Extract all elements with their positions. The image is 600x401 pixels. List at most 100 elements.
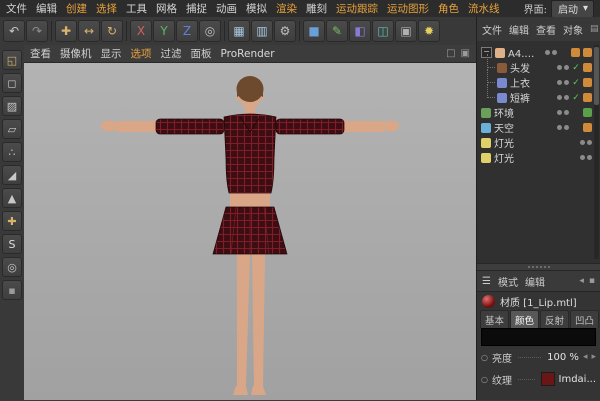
stepper-right-icon[interactable]: ▸ xyxy=(591,352,596,362)
polygons-mode-icon[interactable]: ▲ xyxy=(2,188,22,208)
object-row-environment[interactable]: 环境 xyxy=(477,105,600,120)
visibility-dots[interactable] xyxy=(580,140,592,145)
coordinate-system-icon[interactable]: ◎ xyxy=(199,20,221,42)
object-label[interactable]: 环境 xyxy=(494,105,514,120)
menu-sculpt[interactable]: 雕刻 xyxy=(306,1,327,16)
object-row-character[interactable]: − A4.人物 xyxy=(477,45,600,60)
menu-simulate[interactable]: 模拟 xyxy=(246,1,267,16)
texture-mode-icon[interactable]: ▨ xyxy=(2,96,22,116)
axis-mode-icon[interactable]: ✚ xyxy=(2,211,22,231)
add-array-icon[interactable]: ◫ xyxy=(372,20,394,42)
snap-enable-icon[interactable]: S xyxy=(2,234,22,254)
menu-render[interactable]: 渲染 xyxy=(276,1,297,16)
panel-splitter[interactable] xyxy=(477,263,600,271)
object-row-shirt[interactable]: 上衣 ✓ xyxy=(477,75,600,90)
make-editable-icon[interactable]: ◱ xyxy=(2,50,22,70)
brightness-value[interactable]: 100 % xyxy=(547,352,579,363)
keyframe-dot-icon[interactable]: ○ xyxy=(481,375,488,384)
menu-mograph[interactable]: 运动图形 xyxy=(387,1,429,16)
object-label[interactable]: A4.人物 xyxy=(508,45,542,60)
object-row-light[interactable]: 灯光 xyxy=(477,135,600,150)
tab-bump[interactable]: 凹凸 xyxy=(570,310,599,328)
enabled-check[interactable]: ✓ xyxy=(572,93,580,103)
viewport-layout-icon[interactable]: □ xyxy=(446,48,455,59)
add-subdivision-icon[interactable]: ◧ xyxy=(349,20,371,42)
visibility-dots[interactable] xyxy=(557,65,569,70)
rotate-tool-icon[interactable]: ↻ xyxy=(101,20,123,42)
scale-tool-icon[interactable]: ↔ xyxy=(78,20,100,42)
tab-basic[interactable]: 基本 xyxy=(480,310,509,328)
visibility-dots[interactable] xyxy=(580,155,592,160)
texture-value[interactable]: Imdai... xyxy=(559,374,596,385)
object-tag[interactable] xyxy=(583,108,592,117)
vp-menu-display[interactable]: 显示 xyxy=(101,46,122,61)
points-mode-icon[interactable]: ∴ xyxy=(2,142,22,162)
viewport-maximize-icon[interactable]: ▣ xyxy=(461,48,470,59)
object-label[interactable]: 头发 xyxy=(510,60,530,75)
vp-menu-filter[interactable]: 过滤 xyxy=(161,46,182,61)
x-axis-lock-icon[interactable]: X xyxy=(130,20,152,42)
vp-menu-view[interactable]: 查看 xyxy=(30,46,51,61)
history-back-icon[interactable]: ◂ xyxy=(579,276,584,286)
redo-icon[interactable]: ↷ xyxy=(26,20,48,42)
vp-menu-prorender[interactable]: ProRender xyxy=(221,48,275,60)
tab-reflectance[interactable]: 反射 xyxy=(540,310,569,328)
move-tool-icon[interactable]: ✚ xyxy=(55,20,77,42)
texture-tag[interactable] xyxy=(571,48,580,57)
enabled-check[interactable]: ✓ xyxy=(572,63,580,73)
texture-tag[interactable] xyxy=(583,63,592,72)
menu-mesh[interactable]: 网格 xyxy=(156,1,177,16)
texture-tag[interactable] xyxy=(583,123,592,132)
interface-dropdown[interactable]: 启动 ▾ xyxy=(551,0,594,18)
menu-animate[interactable]: 动画 xyxy=(216,1,237,16)
menu-tools[interactable]: 工具 xyxy=(126,1,147,16)
undo-icon[interactable]: ↶ xyxy=(3,20,25,42)
om-menu-view[interactable]: 查看 xyxy=(536,22,556,37)
tree-scrollbar[interactable] xyxy=(594,45,599,259)
hamburger-icon[interactable]: ☰ xyxy=(482,276,491,287)
mode-menu[interactable]: 模式 xyxy=(498,274,518,289)
menu-snap[interactable]: 捕捉 xyxy=(186,1,207,16)
lock-workplane-icon[interactable]: ▪ xyxy=(2,280,22,300)
texture-tag[interactable] xyxy=(583,48,592,57)
object-row-sky[interactable]: 天空 xyxy=(477,120,600,135)
menu-motion-tracker[interactable]: 运动跟踪 xyxy=(336,1,378,16)
add-spline-icon[interactable]: ✎ xyxy=(326,20,348,42)
visibility-dots[interactable] xyxy=(557,125,569,130)
render-view-icon[interactable]: ▦ xyxy=(228,20,250,42)
object-label[interactable]: 灯光 xyxy=(494,135,514,150)
edges-mode-icon[interactable]: ◢ xyxy=(2,165,22,185)
texture-thumbnail[interactable] xyxy=(541,372,555,386)
visibility-dots[interactable] xyxy=(557,80,569,85)
vp-menu-panel[interactable]: 面板 xyxy=(191,46,212,61)
lock-icon[interactable]: ▪ xyxy=(589,276,595,286)
render-settings-icon[interactable]: ⚙ xyxy=(274,20,296,42)
menu-edit[interactable]: 编辑 xyxy=(36,1,57,16)
object-label[interactable]: 灯光 xyxy=(494,150,514,165)
add-light-icon[interactable]: ✹ xyxy=(418,20,440,42)
viewport-canvas[interactable] xyxy=(24,63,476,400)
workplane-mode-icon[interactable]: ▱ xyxy=(2,119,22,139)
visibility-dots[interactable] xyxy=(557,110,569,115)
menu-pipeline[interactable]: 流水线 xyxy=(468,1,500,16)
viewport-solo-icon[interactable]: ◎ xyxy=(2,257,22,277)
edit-menu[interactable]: 编辑 xyxy=(525,274,545,289)
render-picture-viewer-icon[interactable]: ▥ xyxy=(251,20,273,42)
om-menu-file[interactable]: 文件 xyxy=(482,22,502,37)
stepper-left-icon[interactable]: ◂ xyxy=(583,352,588,362)
vp-menu-cameras[interactable]: 摄像机 xyxy=(60,46,92,61)
object-row-shorts[interactable]: 短裤 ✓ xyxy=(477,90,600,105)
menu-character[interactable]: 角色 xyxy=(438,1,459,16)
object-label[interactable]: 短裤 xyxy=(510,90,530,105)
enabled-check[interactable]: ✓ xyxy=(572,78,580,88)
character-model[interactable] xyxy=(24,63,476,401)
model-mode-icon[interactable]: ◻ xyxy=(2,73,22,93)
object-row-hair[interactable]: 头发 ✓ xyxy=(477,60,600,75)
object-label[interactable]: 上衣 xyxy=(510,75,530,90)
object-row-light[interactable]: 灯光 xyxy=(477,150,600,165)
add-cube-icon[interactable]: ■ xyxy=(303,20,325,42)
color-swatch[interactable] xyxy=(481,328,596,346)
tab-color[interactable]: 颜色 xyxy=(510,310,539,328)
menu-select[interactable]: 选择 xyxy=(96,1,117,16)
vp-menu-options[interactable]: 选项 xyxy=(131,46,152,61)
